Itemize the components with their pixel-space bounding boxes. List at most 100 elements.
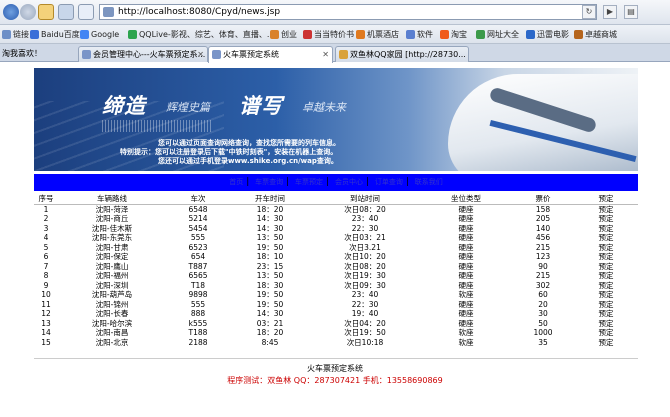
favorite-item[interactable]: 创业 (270, 28, 297, 41)
home-icon[interactable] (38, 4, 54, 20)
history-icon[interactable] (58, 4, 74, 20)
tab-member-center[interactable]: 会员管理中心---火车票预定系... ✕ (78, 46, 208, 62)
table-row: 1 沈阳-菏泽 6548 18：20 次日08：20 硬座 158 预定 (34, 204, 638, 214)
cell-index: 15 (41, 337, 51, 347)
favorite-item[interactable]: 机票酒店 (356, 28, 399, 41)
favorite-item[interactable]: QQLive-影视、综艺、体育、直播、... (128, 28, 274, 41)
table-body: 1 沈阳-菏泽 6548 18：20 次日08：20 硬座 158 预定 2 沈阳-商丘 5214 1… (34, 204, 638, 347)
favorite-item[interactable]: Google (80, 28, 119, 41)
cell-book[interactable]: 预定 (574, 328, 638, 338)
nav-link[interactable]: 订单查询 (372, 174, 406, 191)
cell-seat-type: 软座 (458, 290, 474, 299)
cell-arrive: 次日19：50 (344, 328, 386, 337)
cell-book[interactable]: 预定 (574, 243, 638, 253)
cell-arrive: 次日08：20 (344, 204, 386, 214)
cell-train-no: 6565 (188, 271, 208, 280)
table-row: 2 沈阳-商丘 5214 14：30 23：40 硬座 205 预定 (34, 214, 638, 224)
cell-book[interactable]: 预定 (574, 262, 638, 272)
cell-price: 1000 (533, 328, 553, 337)
table-row: 13 沈阳-哈尔滨 k555 03：21 次日04：20 硬座 50 预定 (34, 319, 638, 329)
cell-route: 沈阳-葫芦岛 (91, 290, 133, 299)
back-icon[interactable] (3, 4, 19, 20)
forward-icon[interactable] (20, 4, 36, 20)
cell-arrive: 次日04：20 (344, 318, 386, 328)
cell-seat-type: 硬座 (458, 299, 474, 309)
cell-index: 12 (41, 309, 51, 318)
cell-train-no: T887 (188, 261, 208, 271)
train-graphic (448, 74, 638, 171)
close-icon[interactable]: ✕ (197, 47, 204, 62)
favorite-item[interactable]: 淘宝 (440, 28, 467, 41)
cell-book[interactable]: 预定 (574, 300, 638, 310)
cell-book[interactable]: 预定 (574, 271, 638, 281)
cell-arrive: 次日09：30 (344, 280, 386, 290)
cell-price: 215 (535, 271, 551, 280)
cell-train-no: T18 (190, 280, 206, 290)
cell-route: 沈阳-保定 (95, 252, 129, 261)
favorite-item[interactable]: 卓越商城 (574, 28, 617, 41)
nav-link[interactable]: 联系我们 (412, 174, 446, 191)
cell-seat-type: 硬座 (458, 318, 474, 328)
cell-route: 沈阳-南昌 (95, 328, 129, 337)
tab-ticket-system[interactable]: 火车票预定系统 ✕ (208, 46, 333, 63)
cell-book[interactable]: 预定 (574, 338, 638, 348)
cell-price: 140 (535, 223, 551, 233)
favorite-item[interactable]: 网址大全 (476, 28, 519, 41)
table-row: 11 沈阳-锦州 555 19：50 22：30 硬座 20 预定 (34, 300, 638, 310)
cell-depart: 13：50 (256, 233, 284, 242)
cell-index: 4 (43, 233, 49, 242)
tab-page-icon (212, 50, 221, 59)
cell-book[interactable]: 预定 (574, 224, 638, 234)
tab-page-icon (339, 50, 348, 59)
bookmark-icon[interactable] (78, 4, 94, 20)
tab-label: 会员管理中心---火车票预定系... (93, 50, 206, 59)
banner-decorative-text (102, 120, 212, 132)
nav-link[interactable]: 车票查询 (252, 174, 286, 191)
favorite-item[interactable]: 当当特价书 (303, 28, 354, 41)
header-index: 序号 (38, 194, 54, 203)
cell-book[interactable]: 预定 (574, 204, 638, 214)
cell-price: 90 (538, 261, 548, 271)
url-input[interactable]: http://localhost:8080/Cpyd/news.jsp (99, 4, 597, 20)
cell-train-no: 6548 (188, 204, 208, 214)
cell-depart: 18：30 (256, 280, 284, 290)
go-button[interactable]: ▶ (603, 5, 617, 19)
tab-partial[interactable]: 淘我喜欢！ (0, 46, 42, 62)
table-row: 14 沈阳-南昌 T188 18：20 次日19：50 软座 1000 预定 (34, 328, 638, 338)
cell-train-no: 2188 (188, 337, 208, 347)
cell-price: 50 (538, 318, 548, 328)
table-row: 10 沈阳-葫芦岛 9898 19：50 23：40 软座 60 预定 (34, 290, 638, 300)
page-menu-button[interactable]: ▤ (624, 5, 638, 19)
cell-index: 3 (43, 223, 49, 233)
cell-arrive: 19：40 (351, 309, 379, 318)
cell-index: 6 (43, 252, 49, 261)
nav-link[interactable]: 首页 (226, 174, 246, 191)
cell-seat-type: 硬座 (458, 242, 474, 252)
favorite-item[interactable]: 软件 (406, 28, 433, 41)
cell-price: 35 (538, 337, 548, 347)
banner-subtitle-1: 辉煌史篇 (166, 101, 210, 114)
cell-book[interactable]: 预定 (574, 252, 638, 262)
table-header-row: 序号 车辆路线 车次 开车时间 到站时间 坐位类型 票价 预定 (34, 194, 638, 204)
cell-book[interactable]: 预定 (574, 214, 638, 224)
cell-book[interactable]: 预定 (574, 319, 638, 329)
cell-book[interactable]: 预定 (574, 309, 638, 319)
header-arrive: 到站时间 (350, 194, 380, 203)
favorite-item[interactable]: 迅雷电影 (526, 28, 569, 41)
close-icon[interactable]: ✕ (322, 47, 329, 62)
nav-link[interactable]: 会员中心 (332, 174, 366, 191)
cell-train-no: 9898 (188, 290, 208, 299)
cell-arrive: 23：40 (351, 290, 379, 299)
favorite-item[interactable]: 链接 (2, 28, 29, 41)
favorite-item[interactable]: Baidu百度 (30, 28, 80, 41)
nav-link[interactable]: 车票预定 (292, 174, 326, 191)
cell-arrive: 23：40 (351, 214, 379, 223)
cell-book[interactable]: 预定 (574, 281, 638, 291)
cell-book[interactable]: 预定 (574, 233, 638, 243)
refresh-button[interactable]: ↻ (582, 5, 596, 19)
tab-qq-home[interactable]: 双鱼林QQ家园 [http://28730... (335, 46, 469, 62)
cell-index: 9 (43, 280, 49, 290)
cell-depart: 23：15 (256, 261, 284, 271)
cell-book[interactable]: 预定 (574, 290, 638, 300)
page-icon (103, 7, 114, 17)
